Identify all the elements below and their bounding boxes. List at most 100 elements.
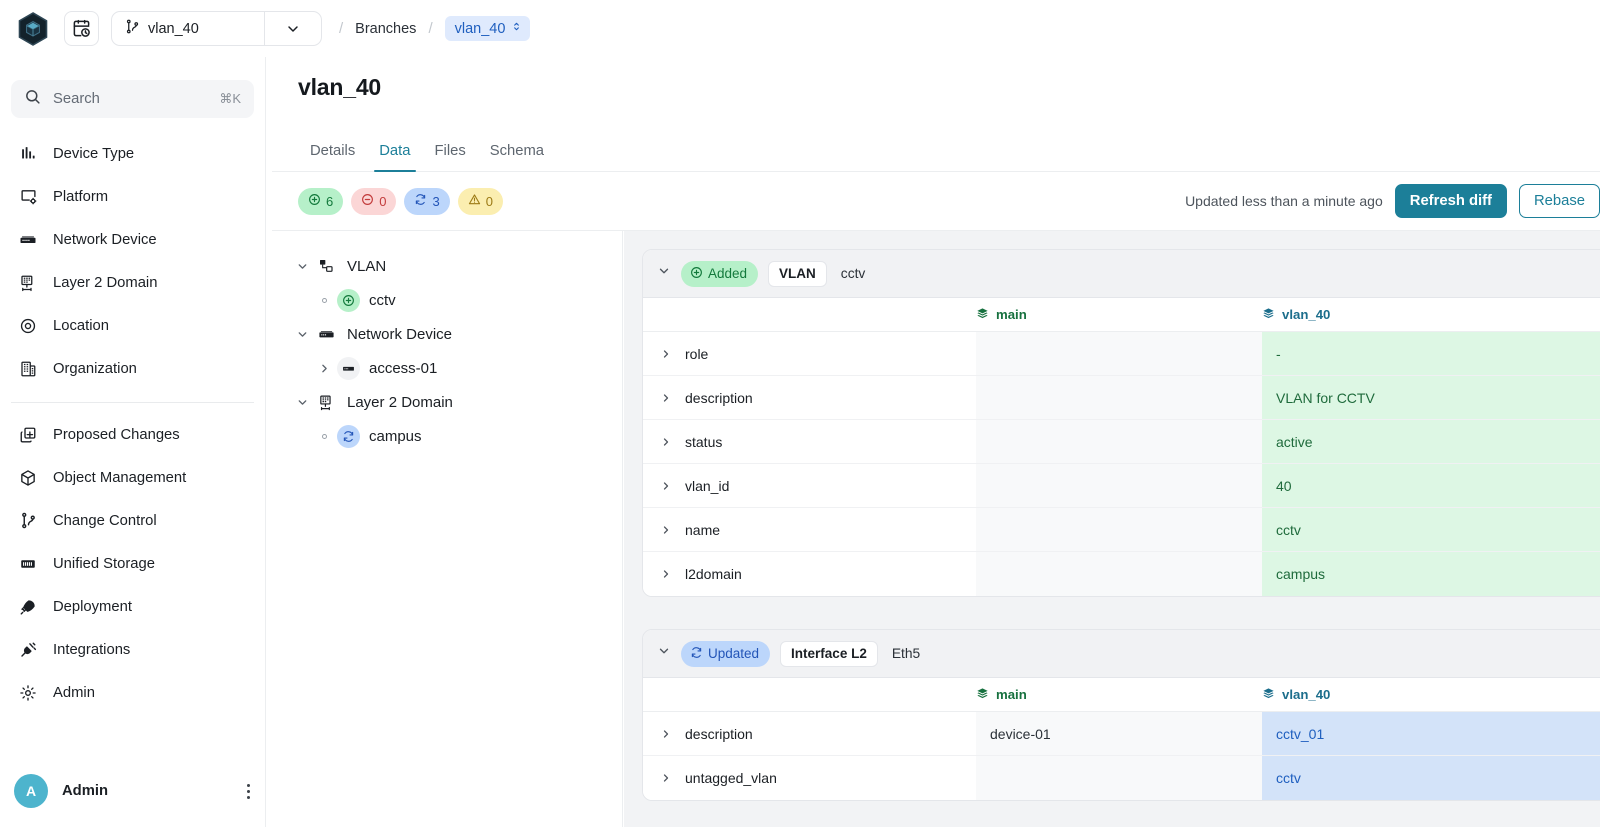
property-cell[interactable]: description	[643, 376, 976, 419]
monitor-cog-icon	[17, 188, 39, 205]
branch-selector[interactable]: vlan_40	[111, 11, 322, 46]
sidebar-item-network-device[interactable]: Network Device	[0, 218, 265, 261]
chevron-right-icon[interactable]	[657, 524, 674, 536]
breadcrumb-item-branches[interactable]: Branches	[355, 21, 416, 37]
sidebar-item-integrations[interactable]: Integrations	[0, 628, 265, 671]
sidebar-item-platform[interactable]: Platform	[0, 175, 265, 218]
branch-value-cell: 40	[1262, 464, 1600, 507]
main-value-cell	[976, 464, 1262, 507]
branch-value-cell: VLAN for CCTV	[1262, 376, 1600, 419]
sidebar-item-label: Change Control	[53, 512, 157, 529]
branch-selector-value-area[interactable]: vlan_40	[112, 12, 264, 45]
chevron-down-icon[interactable]	[294, 396, 310, 409]
sidebar-nav-primary: Device Type Platform Network Device Laye…	[0, 132, 265, 714]
diff-tree-panel: VLAN cctv Network Device access-01 Layer…	[272, 231, 623, 827]
tab-files[interactable]: Files	[423, 129, 478, 172]
table-row[interactable]: name cctv	[643, 508, 1600, 552]
layers-icon	[1262, 687, 1275, 703]
table-row[interactable]: description device-01 cctv_01	[643, 712, 1600, 756]
diff-card-header[interactable]: Added VLAN cctv	[643, 250, 1600, 298]
chevron-down-icon[interactable]	[265, 12, 321, 45]
tab-details[interactable]: Details	[298, 129, 367, 172]
tab-data[interactable]: Data	[367, 129, 422, 172]
sidebar-item-layer-2-domain[interactable]: Layer 2 Domain	[0, 261, 265, 304]
sidebar-item-unified-storage[interactable]: Unified Storage	[0, 542, 265, 585]
property-cell[interactable]: name	[643, 508, 976, 551]
sidebar-item-organization[interactable]: Organization	[0, 347, 265, 390]
sidebar-item-proposed-changes[interactable]: Proposed Changes	[0, 413, 265, 456]
diff-card-header[interactable]: Updated Interface L2 Eth5	[643, 630, 1600, 678]
sidebar-item-admin[interactable]: Admin	[0, 671, 265, 714]
table-row[interactable]: description VLAN for CCTV	[643, 376, 1600, 420]
plus-circle-icon	[690, 266, 703, 282]
refresh-circle-icon	[414, 193, 427, 209]
property-cell[interactable]: vlan_id	[643, 464, 976, 507]
chevron-right-icon[interactable]	[657, 436, 674, 448]
sidebar-item-label: Proposed Changes	[53, 426, 180, 443]
rebase-button[interactable]: Rebase	[1518, 184, 1600, 218]
sidebar-item-label: Integrations	[53, 641, 131, 658]
kebab-menu-icon[interactable]	[247, 783, 250, 799]
server-icon	[336, 356, 360, 380]
property-name: untagged_vlan	[685, 770, 777, 786]
sidebar-item-object-management[interactable]: Object Management	[0, 456, 265, 499]
added-badge-icon	[336, 288, 360, 312]
property-cell[interactable]: role	[643, 332, 976, 375]
building-icon	[17, 360, 39, 378]
sidebar-item-deployment[interactable]: Deployment	[0, 585, 265, 628]
chevron-down-icon[interactable]	[294, 260, 310, 273]
table-row[interactable]: untagged_vlan cctv	[643, 756, 1600, 800]
pill-removed-count[interactable]: 0	[351, 187, 397, 215]
sidebar-item-location[interactable]: Location	[0, 304, 265, 347]
tree-node-label: cctv	[369, 291, 396, 309]
table-row[interactable]: l2domain campus	[643, 552, 1600, 596]
table-row[interactable]: status active	[643, 420, 1600, 464]
tree-node-network-device[interactable]: Network Device	[272, 317, 622, 351]
infrahub-hex-cube-logo[interactable]	[14, 10, 52, 48]
refresh-diff-button[interactable]: Refresh diff	[1394, 184, 1507, 218]
pill-updated-count[interactable]: 3	[404, 187, 450, 215]
property-cell[interactable]: description	[643, 712, 976, 755]
tree-node-layer-2-domain[interactable]: Layer 2 Domain	[272, 385, 622, 419]
chevron-right-icon[interactable]	[657, 568, 674, 580]
chevron-right-icon[interactable]	[316, 362, 332, 375]
property-cell[interactable]: l2domain	[643, 552, 976, 596]
chevron-right-icon[interactable]	[657, 392, 674, 404]
sidebar-item-label: Organization	[53, 360, 137, 377]
chevron-down-icon[interactable]	[294, 328, 310, 341]
sidebar-user-row[interactable]: A Admin	[0, 763, 266, 819]
avatar: A	[14, 774, 48, 808]
sidebar-item-label: Unified Storage	[53, 555, 155, 572]
chevron-down-icon[interactable]	[657, 264, 671, 283]
sidebar-item-change-control[interactable]: Change Control	[0, 499, 265, 542]
search-input[interactable]: Search ⌘K	[11, 80, 254, 118]
tree-node-cctv[interactable]: cctv	[272, 283, 622, 317]
tree-node-campus[interactable]: campus	[272, 419, 622, 453]
pill-conflict-count[interactable]: 0	[457, 187, 503, 215]
diff-table-header: main vlan_40	[643, 298, 1600, 332]
chevron-right-icon[interactable]	[657, 772, 674, 784]
property-cell[interactable]: untagged_vlan	[643, 756, 976, 800]
tree-node-vlan[interactable]: VLAN	[272, 249, 622, 283]
pill-count: 3	[432, 193, 440, 209]
branch-value-cell: cctv	[1262, 508, 1600, 551]
pill-added-count[interactable]: 6	[298, 187, 344, 215]
calendar-clock-icon[interactable]	[64, 11, 99, 46]
layers-icon	[976, 687, 989, 703]
chevron-down-icon[interactable]	[657, 644, 671, 663]
table-row[interactable]: role -	[643, 332, 1600, 376]
breadcrumb-item-current-branch[interactable]: vlan_40	[444, 16, 531, 41]
layers-icon	[976, 307, 989, 323]
branch-value-cell: cctv	[1262, 756, 1600, 800]
chevron-right-icon[interactable]	[657, 348, 674, 360]
chevron-right-icon[interactable]	[657, 728, 674, 740]
table-row[interactable]: vlan_id 40	[643, 464, 1600, 508]
tree-node-access-01[interactable]: access-01	[272, 351, 622, 385]
diff-detail-area[interactable]: Added VLAN cctv main vlan_40 role - desc…	[624, 231, 1600, 827]
chevron-right-icon[interactable]	[657, 480, 674, 492]
tab-schema[interactable]: Schema	[478, 129, 556, 172]
property-cell[interactable]: status	[643, 420, 976, 463]
sidebar: Search ⌘K Device Type Platform Network D…	[0, 57, 266, 827]
diff-card-interface-l2-eth5: Updated Interface L2 Eth5 main vlan_40 d…	[642, 629, 1600, 801]
sidebar-item-device-type[interactable]: Device Type	[0, 132, 265, 175]
